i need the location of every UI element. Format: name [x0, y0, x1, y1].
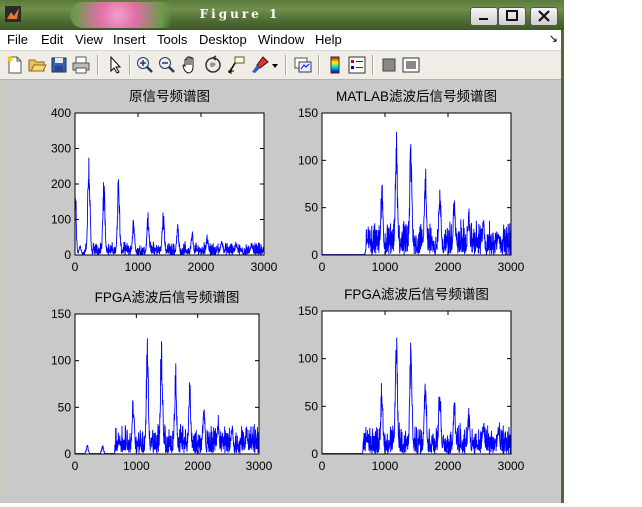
rotate-3d-icon[interactable] [203, 55, 223, 75]
window-frame-edge [561, 30, 564, 503]
y-tick-label: 150 [298, 106, 318, 120]
x-tick-label: 2000 [435, 260, 462, 274]
save-icon[interactable] [49, 55, 69, 75]
minimize-icon [477, 10, 491, 22]
y-tick-label: 50 [305, 399, 319, 413]
x-tick-label: 0 [319, 459, 326, 473]
y-tick-label: 150 [298, 304, 318, 318]
window-title: Figure 1 [0, 7, 480, 21]
x-tick-label: 2000 [184, 459, 211, 473]
x-tick-label: 0 [319, 260, 326, 274]
y-tick-label: 300 [51, 142, 71, 156]
x-tick-label: 3000 [498, 260, 525, 274]
menu-file[interactable]: File [7, 32, 28, 47]
menu-edit[interactable]: Edit [41, 32, 63, 47]
hide-plot-tools-icon[interactable] [379, 55, 399, 75]
y-tick-label: 100 [51, 213, 71, 227]
toolbar-separator [372, 55, 374, 75]
x-tick-label: 3000 [251, 260, 278, 274]
menu-bar: File Edit View Insert Tools Desktop Wind… [0, 30, 564, 51]
x-tick-label: 2000 [435, 459, 462, 473]
zoom-out-icon[interactable] [157, 55, 177, 75]
brush-dropdown-icon[interactable] [270, 55, 280, 75]
y-tick-label: 0 [311, 447, 318, 461]
show-plot-tools-icon[interactable] [401, 55, 421, 75]
subplot-2[interactable]: 0 1000 2000 3000 0 50 100 150 MATLAB滤波后信号频谱图 [298, 89, 525, 274]
pan-hand-icon[interactable] [180, 55, 200, 75]
y-tick-label: 50 [58, 400, 72, 414]
figure-window: Figure 1 File Edit View Insert Tools Des… [0, 0, 564, 503]
x-tick-label: 3000 [246, 459, 273, 473]
subplot-title: FPGA滤波后信号频谱图 [95, 290, 240, 305]
title-bar[interactable]: Figure 1 [0, 0, 564, 30]
x-tick-label: 1000 [372, 260, 399, 274]
y-tick-label: 100 [51, 354, 71, 368]
maximize-icon [505, 10, 519, 22]
edit-plot-arrow-icon[interactable] [105, 55, 125, 75]
brush-icon[interactable] [250, 55, 270, 75]
x-tick-label: 2000 [188, 260, 215, 274]
subplot-1[interactable]: 0 1000 2000 3000 0 100 200 300 400 原信号频谱图 [51, 89, 278, 274]
toolbar-separator [318, 55, 320, 75]
subplot-title: MATLAB滤波后信号频谱图 [336, 89, 497, 104]
menu-help[interactable]: Help [315, 32, 342, 47]
y-tick-label: 0 [311, 248, 318, 262]
open-file-icon[interactable] [27, 55, 47, 75]
menu-window[interactable]: Window [258, 32, 304, 47]
zoom-in-icon[interactable] [135, 55, 155, 75]
y-tick-label: 100 [298, 352, 318, 366]
maximize-button[interactable] [498, 7, 526, 26]
x-tick-label: 0 [72, 459, 79, 473]
insert-legend-icon[interactable] [347, 55, 367, 75]
close-button[interactable] [530, 7, 558, 26]
subplot-title: 原信号频谱图 [129, 89, 210, 104]
new-figure-icon[interactable] [5, 55, 25, 75]
y-tick-label: 0 [64, 447, 71, 461]
x-tick-label: 0 [72, 260, 79, 274]
toolbar-separator [129, 55, 131, 75]
y-tick-label: 400 [51, 106, 71, 120]
figure-toolbar [0, 51, 564, 80]
subplot-3[interactable]: 0 1000 2000 3000 0 50 100 150 FPGA滤波后信号频谱图 [51, 290, 273, 473]
y-tick-label: 150 [51, 307, 71, 321]
x-tick-label: 1000 [372, 459, 399, 473]
menu-insert[interactable]: Insert [113, 32, 146, 47]
figure-canvas[interactable]: 01000200030000100200300400原信号频谱图01000200… [3, 80, 561, 503]
subplot-grid: 01000200030000100200300400原信号频谱图01000200… [3, 80, 561, 503]
data-cursor-icon[interactable] [226, 55, 246, 75]
menu-tools[interactable]: Tools [157, 32, 187, 47]
insert-colorbar-icon[interactable] [325, 55, 345, 75]
subplot-title: FPGA滤波后信号频谱图 [344, 287, 489, 302]
x-tick-label: 3000 [498, 459, 525, 473]
link-plot-icon[interactable] [293, 55, 313, 75]
toolbar-separator [285, 55, 287, 75]
x-tick-label: 1000 [125, 260, 152, 274]
toolbar-separator [97, 55, 99, 75]
dock-arrow-icon[interactable]: ↘ [549, 32, 558, 45]
menu-desktop[interactable]: Desktop [199, 32, 247, 47]
y-tick-label: 50 [305, 201, 319, 215]
y-tick-label: 100 [298, 153, 318, 167]
print-icon[interactable] [71, 55, 91, 75]
close-icon [537, 10, 551, 22]
subplot-4[interactable]: 0 1000 2000 3000 0 50 100 150 FPGA滤波后信号频谱图 [298, 287, 525, 473]
menu-view[interactable]: View [75, 32, 103, 47]
x-tick-label: 1000 [123, 459, 150, 473]
minimize-button[interactable] [470, 7, 498, 26]
y-tick-label: 200 [51, 177, 71, 191]
y-tick-label: 0 [64, 248, 71, 262]
